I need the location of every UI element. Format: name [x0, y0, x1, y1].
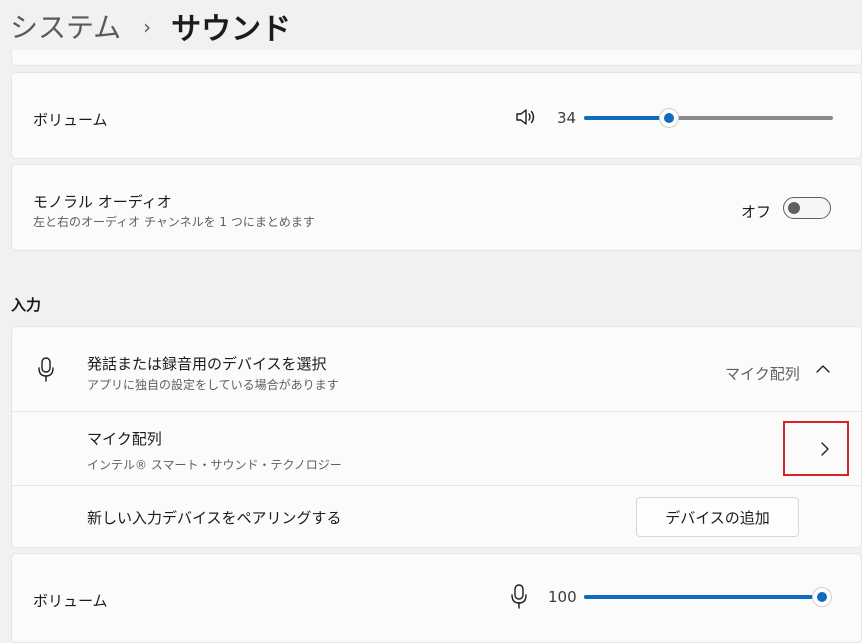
mono-audio-subtitle: 左と右のオーディオ チャンネルを 1 つにまとめます [33, 215, 315, 229]
input-device-card: 発話または録音用のデバイスを選択 アプリに独自の設定をしている場合があります マ… [11, 326, 862, 548]
breadcrumb-chevron-icon: › [143, 15, 152, 39]
device-item-open-button[interactable] [783, 421, 849, 476]
previous-card-edge [11, 50, 862, 66]
input-volume-slider-thumb[interactable] [812, 587, 832, 607]
mono-audio-card: モノラル オーディオ 左と右のオーディオ チャンネルを 1 つにまとめます オフ [11, 164, 862, 251]
toggle-knob [788, 202, 800, 214]
add-device-button[interactable]: デバイスの追加 [636, 497, 799, 537]
output-volume-slider[interactable] [584, 108, 833, 128]
output-volume-slider-fill [584, 116, 669, 120]
pair-input-device-row: 新しい入力デバイスをペアリングする デバイスの追加 [12, 486, 861, 548]
device-item-name: マイク配列 [87, 430, 162, 448]
input-volume-card: ボリューム 100 [11, 553, 862, 643]
microphone-icon [37, 357, 55, 383]
chevron-right-icon [820, 441, 830, 457]
page-title: サウンド [171, 12, 292, 47]
chevron-up-icon[interactable] [816, 364, 830, 374]
input-device-select-subtitle: アプリに独自の設定をしている場合があります [87, 378, 339, 392]
input-device-select-title: 発話または録音用のデバイスを選択 [87, 355, 327, 373]
pair-input-device-label: 新しい入力デバイスをペアリングする [87, 509, 342, 527]
input-section-header: 入力 [11, 296, 42, 314]
input-volume-value: 100 [548, 588, 577, 606]
output-volume-card: ボリューム 34 [11, 72, 862, 159]
mono-audio-title: モノラル オーディオ [33, 193, 172, 211]
input-volume-slider-fill [584, 595, 822, 599]
input-volume-label: ボリューム [33, 592, 108, 610]
breadcrumb-parent-system[interactable]: システム [10, 6, 121, 46]
input-device-item-mic-array[interactable]: マイク配列 インテル® スマート・サウンド・テクノロジー [12, 412, 861, 485]
breadcrumb: システム › サウンド [10, 0, 291, 52]
input-volume-slider[interactable] [584, 587, 832, 607]
input-device-select-row[interactable]: 発話または録音用のデバイスを選択 アプリに独自の設定をしている場合があります マ… [12, 327, 861, 411]
speaker-icon[interactable] [515, 107, 537, 127]
mono-audio-toggle[interactable] [783, 197, 831, 219]
microphone-icon[interactable] [510, 584, 528, 610]
device-item-description: インテル® スマート・サウンド・テクノロジー [87, 458, 342, 472]
output-volume-value: 34 [557, 109, 577, 127]
selected-device-label: マイク配列 [725, 365, 800, 383]
mono-audio-state-label: オフ [741, 203, 772, 221]
output-volume-label: ボリューム [33, 111, 108, 129]
output-volume-slider-thumb[interactable] [658, 108, 679, 128]
